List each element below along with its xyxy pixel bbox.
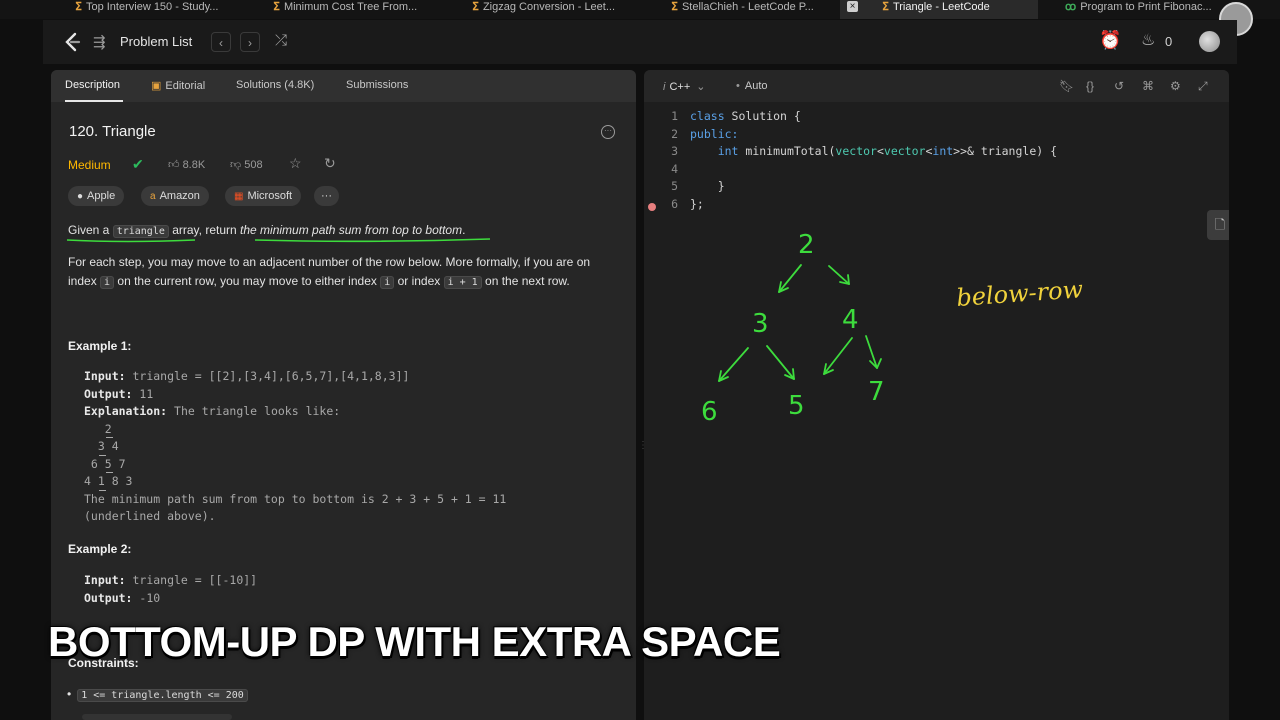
close-tab-icon[interactable]: × bbox=[847, 1, 858, 12]
example-1-heading: Example 1: bbox=[68, 339, 132, 353]
leetcode-favicon-icon: ⵉ bbox=[75, 1, 82, 13]
list-icon[interactable]: ⇶ bbox=[93, 33, 106, 51]
browser-tab[interactable]: ⵉ StellaChieh - LeetCode P... bbox=[671, 0, 836, 19]
star-icon[interactable]: ☆ bbox=[289, 155, 302, 172]
node-5: 5 bbox=[788, 391, 805, 421]
gfg-favicon-icon: ꝏ bbox=[1065, 1, 1077, 13]
problem-title: 120. Triangle bbox=[69, 123, 156, 140]
browser-tab[interactable]: ⵉ Minimum Cost Tree From... bbox=[273, 0, 453, 19]
tab-submissions[interactable]: Submissions bbox=[346, 79, 408, 91]
leetcode-favicon-icon: ⵉ bbox=[273, 1, 280, 13]
leetcode-favicon-icon: ⵉ bbox=[472, 1, 479, 13]
node-3: 3 bbox=[752, 309, 769, 339]
node-2: 2 bbox=[798, 230, 815, 260]
more-options-icon[interactable]: ··· bbox=[601, 125, 615, 139]
note-below-row: below-row bbox=[955, 275, 1084, 312]
browser-tab[interactable]: ⵉ Zigzag Conversion - Leet... bbox=[472, 0, 652, 19]
example-1-block: Input: triangle = [[2],[3,4],[6,5,7],[4,… bbox=[84, 369, 507, 523]
like-button[interactable]: 👍︎ 8.8K bbox=[168, 158, 205, 171]
left-tab-bar: Description ▣ Editorial Solutions (4.8K) … bbox=[51, 70, 636, 102]
company-tag-apple[interactable]: ● Apple bbox=[68, 186, 125, 206]
node-4: 4 bbox=[842, 305, 859, 335]
shuffle-icon[interactable]: ⤮ bbox=[275, 32, 287, 49]
node-6: 6 bbox=[701, 397, 718, 427]
problem-list-link[interactable]: Problem List bbox=[120, 34, 192, 49]
path-underline bbox=[106, 472, 113, 473]
alarm-clock-icon[interactable]: ⏰ bbox=[1099, 30, 1121, 51]
leetcode-favicon-icon: ⵉ bbox=[882, 1, 889, 13]
path-underline bbox=[99, 490, 106, 491]
thumbs-up-icon: 👍︎ bbox=[168, 159, 183, 171]
avatar[interactable] bbox=[1199, 31, 1220, 52]
browser-tab-bar: ⵉ Top Interview 150 - Study... ⵉ Minimum C… bbox=[0, 0, 1280, 19]
constraint-item-partial bbox=[82, 714, 232, 720]
thumbs-down-icon: 👎︎ bbox=[230, 159, 245, 171]
flame-icon[interactable]: ♨ bbox=[1141, 30, 1155, 50]
difficulty-badge: Medium bbox=[68, 158, 111, 172]
green-underline-annotation bbox=[66, 238, 491, 243]
company-tag-amazon[interactable]: a Amazon bbox=[141, 186, 209, 206]
tab-editorial[interactable]: ▣ Editorial bbox=[151, 79, 205, 92]
constraint-item: • 1 <= triangle.length <= 200 bbox=[67, 687, 248, 702]
example-2-block: Input: triangle = [[-10]] Output: -10 bbox=[84, 573, 258, 605]
next-problem-button[interactable]: › bbox=[240, 32, 260, 52]
dislike-button[interactable]: 👎︎ 508 bbox=[230, 158, 263, 171]
example-2-heading: Example 2: bbox=[68, 542, 132, 556]
browser-tab[interactable]: ꝏ Program to Print Fibonac... bbox=[1065, 0, 1235, 19]
top-nav: ⇶ Problem List ‹ › ⤮ ⏰ ♨ 0 bbox=[43, 20, 1237, 64]
amazon-icon: a bbox=[150, 191, 156, 202]
editorial-icon: ▣ bbox=[151, 80, 162, 92]
tab-description[interactable]: Description bbox=[65, 79, 120, 91]
handwritten-tree-drawing: 2 3 4 6 5 7 below-row bbox=[701, 230, 1084, 427]
video-caption-banner: BOTTOM-UP DP WITH EXTRA SPACE bbox=[48, 618, 781, 665]
microsoft-icon: ▦ bbox=[234, 191, 244, 202]
company-tag-microsoft[interactable]: ▦ Microsoft bbox=[225, 186, 302, 206]
apple-icon: ● bbox=[77, 191, 84, 202]
statement-paragraph-2: For each step, you may move to an adjace… bbox=[68, 255, 591, 289]
browser-tab-active[interactable]: × ⵉ Triangle - LeetCode bbox=[840, 0, 1038, 19]
leetcode-favicon-icon: ⵉ bbox=[671, 1, 678, 13]
streak-count: 0 bbox=[1165, 34, 1173, 49]
share-icon[interactable]: ↻ bbox=[324, 155, 336, 172]
node-7: 7 bbox=[868, 377, 885, 407]
active-tab-indicator bbox=[65, 100, 123, 102]
browser-tab[interactable]: ⵉ Top Interview 150 - Study... bbox=[75, 0, 255, 19]
leetcode-logo-icon[interactable] bbox=[63, 32, 83, 52]
solved-check-icon: ✔ bbox=[132, 156, 144, 172]
tab-solutions[interactable]: Solutions (4.8K) bbox=[236, 79, 314, 91]
path-underline bbox=[106, 437, 113, 438]
prev-problem-button[interactable]: ‹ bbox=[211, 32, 231, 52]
path-underline bbox=[99, 455, 106, 456]
more-companies-button[interactable]: ··· bbox=[314, 186, 339, 206]
